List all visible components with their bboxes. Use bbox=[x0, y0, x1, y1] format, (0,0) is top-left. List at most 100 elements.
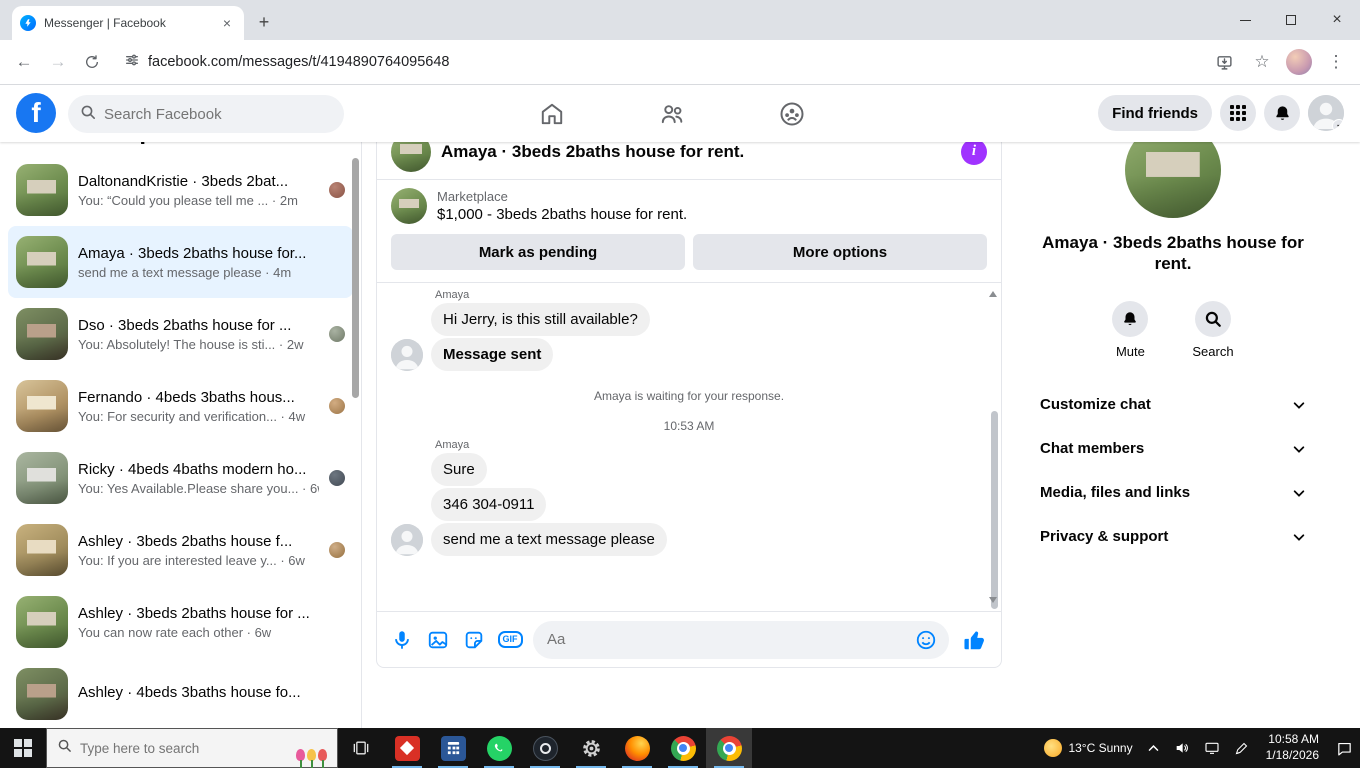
conversation-info-icon[interactable]: i bbox=[961, 138, 987, 165]
taskbar-app-whatsapp[interactable] bbox=[476, 728, 522, 768]
new-tab-button[interactable]: + bbox=[250, 8, 278, 36]
friends-icon[interactable] bbox=[654, 98, 690, 130]
message-bubble: Sure bbox=[431, 453, 487, 486]
listing-thumbnail bbox=[16, 236, 68, 288]
install-app-icon[interactable] bbox=[1210, 48, 1238, 76]
mark-as-pending-button[interactable]: Mark as pending bbox=[391, 234, 685, 270]
windows-taskbar: 13°C Sunny 10:58 AM bbox=[0, 728, 1360, 768]
search-highlight-tulips-icon[interactable] bbox=[296, 735, 327, 768]
taskbar-clock[interactable]: 10:58 AM 1/18/2026 bbox=[1256, 728, 1329, 768]
dark-app-icon bbox=[532, 735, 558, 761]
messenger-favicon-icon bbox=[20, 15, 36, 31]
message-list: Amaya Hi Jerry, is this still available?… bbox=[377, 283, 1001, 611]
marketplace-listing: $1,000 - 3beds 2baths house for rent. bbox=[437, 206, 688, 223]
details-sections: Customize chat Chat members Media, files… bbox=[1016, 383, 1330, 559]
grid-icon bbox=[1230, 105, 1246, 121]
action-center-button[interactable] bbox=[1329, 728, 1360, 768]
network-display-button[interactable] bbox=[1197, 728, 1227, 768]
conversation-name: Amaya · 3beds 2baths house for... bbox=[78, 244, 307, 262]
window-close-button[interactable]: × bbox=[1314, 0, 1360, 40]
taskbar-search-input[interactable] bbox=[80, 740, 288, 756]
chat-scroll-up-arrow[interactable] bbox=[989, 291, 997, 297]
reload-button[interactable] bbox=[78, 48, 106, 76]
window-minimize-button[interactable] bbox=[1222, 0, 1268, 40]
voice-clip-icon[interactable] bbox=[389, 627, 415, 653]
chat-scrollbar-thumb[interactable] bbox=[991, 411, 998, 609]
taskbar-app-red[interactable] bbox=[384, 728, 430, 768]
taskbar-search[interactable] bbox=[46, 728, 338, 768]
forward-button[interactable]: → bbox=[44, 48, 72, 76]
search-magnifier-icon[interactable] bbox=[1194, 300, 1231, 337]
taskbar-app-chrome-active[interactable] bbox=[706, 728, 752, 768]
sticker-icon[interactable] bbox=[461, 627, 487, 653]
section-privacy-support[interactable]: Privacy & support bbox=[1032, 515, 1314, 559]
thumbs-up-icon[interactable] bbox=[959, 625, 989, 655]
conversation-scrollbar-thumb[interactable] bbox=[352, 158, 359, 398]
taskbar-app-calculator[interactable] bbox=[430, 728, 476, 768]
conversation-item[interactable]: Ashley · 3beds 2baths house for ... You … bbox=[8, 586, 353, 658]
taskbar-search-icon bbox=[57, 738, 72, 758]
url-input[interactable] bbox=[148, 54, 1192, 70]
find-friends-button[interactable]: Find friends bbox=[1098, 95, 1212, 131]
search-action[interactable]: Search bbox=[1192, 300, 1234, 359]
attach-photo-icon[interactable] bbox=[425, 627, 451, 653]
site-info-icon[interactable] bbox=[124, 52, 140, 73]
clock-date: 1/18/2026 bbox=[1265, 748, 1319, 762]
chevron-down-icon bbox=[1292, 442, 1306, 456]
groups-icon[interactable] bbox=[774, 98, 810, 130]
task-view-button[interactable] bbox=[338, 728, 384, 768]
taskbar-app-chrome[interactable] bbox=[660, 728, 706, 768]
conversation-preview: You: “Could you please tell me ... · 2m bbox=[78, 192, 298, 208]
facebook-search-input[interactable] bbox=[104, 105, 304, 123]
conversation-item[interactable]: Ricky · 4beds 4baths modern ho... You: Y… bbox=[8, 442, 353, 514]
weather-widget[interactable]: 13°C Sunny bbox=[1037, 728, 1139, 768]
facebook-search[interactable] bbox=[68, 95, 344, 133]
pen-button[interactable] bbox=[1227, 728, 1256, 768]
conversation-item[interactable]: Ashley · 3beds 2baths house f... You: If… bbox=[8, 514, 353, 586]
seen-indicator-avatar bbox=[329, 182, 345, 198]
taskbar-app-settings[interactable] bbox=[568, 728, 614, 768]
tab-close-icon[interactable]: × bbox=[218, 14, 236, 32]
facebook-logo[interactable]: f bbox=[16, 93, 56, 133]
clock-time: 10:58 AM bbox=[1268, 732, 1319, 747]
more-options-button[interactable]: More options bbox=[693, 234, 987, 270]
window-maximize-button[interactable] bbox=[1268, 0, 1314, 40]
search-icon bbox=[80, 104, 96, 125]
conversation-item[interactable]: DaltonandKristie · 3beds 2bat... You: “C… bbox=[8, 154, 353, 226]
section-chat-members[interactable]: Chat members bbox=[1032, 427, 1314, 471]
conversation-item-selected[interactable]: Amaya · 3beds 2baths house for... send m… bbox=[8, 226, 353, 298]
taskbar-app-dark[interactable] bbox=[522, 728, 568, 768]
conversation-item[interactable]: Ashley · 4beds 3baths house fo... bbox=[8, 658, 353, 728]
section-media-files-links[interactable]: Media, files and links bbox=[1032, 471, 1314, 515]
chevron-up-icon bbox=[1148, 744, 1158, 751]
start-button[interactable] bbox=[0, 728, 46, 768]
chat-scroll-down-arrow[interactable] bbox=[989, 597, 997, 603]
tray-overflow-button[interactable] bbox=[1140, 728, 1167, 768]
account-avatar[interactable]: ▾ bbox=[1308, 95, 1344, 131]
volume-button[interactable] bbox=[1167, 728, 1197, 768]
facebook-header-actions: Find friends ▾ bbox=[1098, 95, 1344, 131]
mute-bell-icon[interactable] bbox=[1112, 300, 1149, 337]
browser-menu-icon[interactable]: ⋮ bbox=[1322, 48, 1350, 76]
conversation-name: Ashley · 4beds 3baths house fo... bbox=[78, 684, 301, 701]
home-icon[interactable] bbox=[534, 98, 570, 130]
apps-menu-button[interactable] bbox=[1220, 95, 1256, 131]
browser-tab[interactable]: Messenger | Facebook × bbox=[12, 6, 244, 40]
url-box[interactable] bbox=[112, 46, 1204, 78]
conversation-name: Ashley · 3beds 2baths house f... bbox=[78, 532, 293, 550]
notifications-button[interactable] bbox=[1264, 95, 1300, 131]
browser-profile-avatar[interactable] bbox=[1286, 49, 1312, 75]
mute-action[interactable]: Mute bbox=[1112, 300, 1149, 359]
message-input-pill[interactable] bbox=[533, 620, 949, 659]
message-input[interactable] bbox=[547, 631, 905, 648]
conversation-name: Ricky · 4beds 4baths modern ho... bbox=[78, 460, 307, 478]
gif-icon[interactable]: GIF bbox=[497, 627, 523, 653]
taskbar-app-firefox[interactable] bbox=[614, 728, 660, 768]
conversation-item[interactable]: Dso · 3beds 2baths house for ... You: Ab… bbox=[8, 298, 353, 370]
back-button[interactable]: ← bbox=[10, 48, 38, 76]
emoji-icon[interactable] bbox=[913, 627, 939, 653]
section-customize-chat[interactable]: Customize chat bbox=[1032, 383, 1314, 427]
message-composer: GIF bbox=[377, 611, 1001, 667]
bookmark-star-icon[interactable]: ☆ bbox=[1248, 48, 1276, 76]
conversation-item[interactable]: Fernando · 4beds 3baths hous... You: For… bbox=[8, 370, 353, 442]
